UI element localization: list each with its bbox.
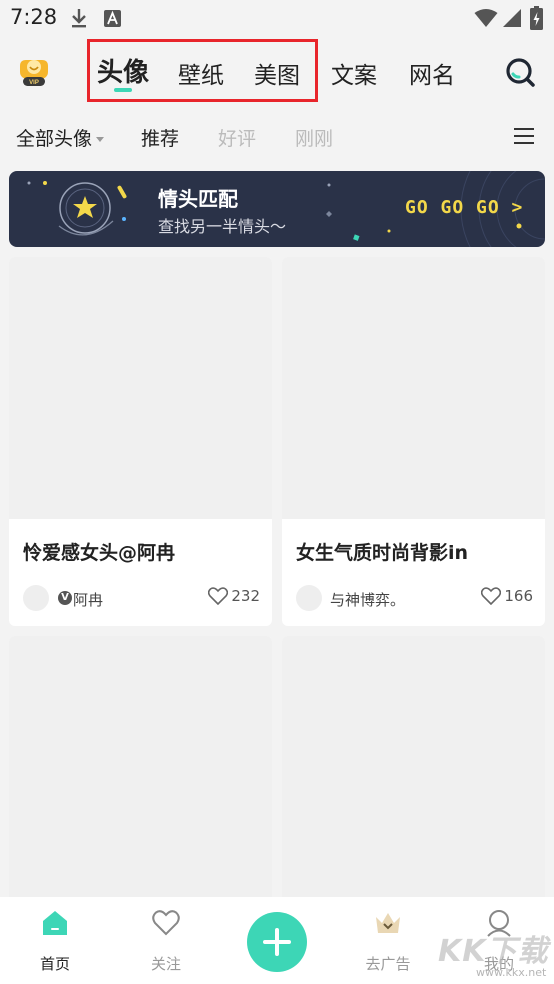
banner-subtitle: 查找另一半情头～ [158,217,287,236]
crown-icon [376,913,400,933]
tab-nicknames[interactable]: 网名 [409,56,455,90]
post-image[interactable] [9,636,272,906]
filter-latest[interactable]: 刚刚 [295,124,333,151]
create-post-button[interactable] [247,912,307,972]
text-notification-icon [104,10,121,27]
home-icon [43,911,67,935]
post-image[interactable] [9,257,272,519]
filter-row: 全部头像 推荐 好评 刚刚 [0,112,554,160]
signal-icon [503,9,521,27]
filter-top-rated[interactable]: 好评 [218,124,256,151]
category-dropdown[interactable]: 全部头像 [16,124,105,151]
caret-down-icon [96,137,105,142]
menu-icon[interactable] [514,128,534,144]
post-card[interactable]: 女生气质时尚背影in 与神博弈。 166 [282,257,545,626]
nav-home-label: 首页 [39,955,70,973]
author-avatar[interactable] [23,585,49,611]
search-icon[interactable] [504,56,536,88]
verified-badge-icon: V [58,591,72,605]
nav-follow[interactable]: 关注 [126,897,206,984]
nav-remove-ads[interactable]: 去广告 [348,897,428,984]
couple-match-banner[interactable]: 情头匹配 查找另一半情头～ GO GO GO > [9,171,545,247]
watermark-url: www.kkx.net [476,966,547,979]
wifi-icon [474,9,498,27]
like-count: 232 [231,587,260,605]
nav-home[interactable]: 首页 [15,897,95,984]
like-button[interactable]: 232 [208,587,260,605]
status-bar: 7:28 [0,0,554,36]
post-title: 怜爱感女头@阿冉 [23,542,176,564]
filter-recommended[interactable]: 推荐 [141,124,179,151]
author-avatar[interactable] [296,585,322,611]
heart-icon [481,587,502,605]
post-image[interactable] [282,636,545,906]
vip-badge-text: VIP [29,80,39,86]
nav-remove-ads-label: 去广告 [365,955,411,973]
heart-icon [208,587,229,605]
top-tab-bar: VIP 头像 壁纸 美图 文案 网名 [0,36,554,108]
download-icon [72,9,86,28]
tab-copywriting[interactable]: 文案 [331,56,377,90]
author-name[interactable]: 与神博弈。 [330,589,405,610]
category-dropdown-label: 全部头像 [16,128,93,150]
post-title: 女生气质时尚背影in [296,542,469,564]
post-card[interactable] [9,636,272,906]
status-time: 7:28 [10,5,58,29]
author-name[interactable]: 阿冉 [73,589,103,610]
like-button[interactable]: 166 [481,587,533,605]
watermark-logo: KK下载 [438,934,549,969]
like-count: 166 [504,587,533,605]
post-card[interactable]: 怜爱感女头@阿冉 V 阿冉 232 [9,257,272,626]
highlight-annotation-box [87,39,318,102]
nav-follow-label: 关注 [150,955,181,973]
post-card[interactable] [282,636,545,906]
post-image[interactable] [282,257,545,519]
banner-title: 情头匹配 [158,187,238,211]
banner-go-button[interactable]: GO GO GO > [405,197,523,218]
battery-icon [530,6,543,30]
vip-logo-icon[interactable]: VIP [16,52,52,88]
heart-icon [152,910,180,936]
